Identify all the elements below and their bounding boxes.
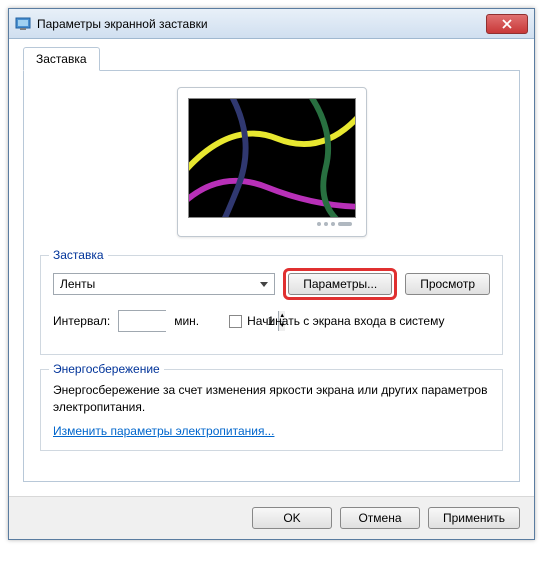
close-button[interactable]	[486, 14, 528, 34]
screensaver-select-row: Ленты Параметры... Просмотр	[53, 268, 490, 300]
logon-checkbox-label: Начинать с экрана входа в систему	[247, 314, 444, 328]
power-settings-link[interactable]: Изменить параметры электропитания...	[53, 424, 274, 438]
interval-label: Интервал:	[53, 314, 110, 328]
tab-body: Заставка Ленты Параметры... Просмотр Инт…	[23, 71, 520, 482]
tab-screensaver[interactable]: Заставка	[23, 47, 100, 71]
screensaver-settings-window: Параметры экранной заставки Заставка	[8, 8, 535, 540]
chevron-down-icon	[256, 276, 272, 292]
monitor-buttons-deco	[188, 222, 356, 226]
tab-strip: Заставка	[23, 47, 520, 71]
app-icon	[15, 16, 31, 32]
screensaver-dropdown[interactable]: Ленты	[53, 273, 275, 295]
window-title: Параметры экранной заставки	[37, 17, 486, 31]
ribbons-preview	[189, 99, 355, 217]
interval-row: Интервал: ▲ ▼ мин. Начинать с экрана вхо…	[53, 310, 490, 332]
content-area: Заставка	[9, 39, 534, 496]
titlebar[interactable]: Параметры экранной заставки	[9, 9, 534, 39]
preview-monitor	[177, 87, 367, 237]
dialog-footer: OK Отмена Применить	[9, 496, 534, 539]
screensaver-group: Заставка Ленты Параметры... Просмотр Инт…	[40, 255, 503, 355]
power-description: Энергосбережение за счет изменения яркос…	[53, 382, 490, 416]
preview-screen	[188, 98, 356, 218]
dropdown-value: Ленты	[60, 277, 95, 291]
logon-checkbox-wrap[interactable]: Начинать с экрана входа в систему	[229, 314, 444, 328]
close-icon	[502, 19, 512, 29]
preview-button[interactable]: Просмотр	[405, 273, 490, 295]
power-group: Энергосбережение Энергосбережение за сче…	[40, 369, 503, 451]
apply-button[interactable]: Применить	[428, 507, 520, 529]
cancel-button[interactable]: Отмена	[340, 507, 420, 529]
screensaver-legend: Заставка	[49, 248, 108, 262]
preview-area	[40, 87, 503, 237]
logon-checkbox[interactable]	[229, 315, 242, 328]
interval-unit: мин.	[174, 314, 199, 328]
ok-button[interactable]: OK	[252, 507, 332, 529]
settings-button-highlight: Параметры...	[283, 268, 397, 300]
settings-button[interactable]: Параметры...	[288, 273, 392, 295]
power-legend: Энергосбережение	[49, 362, 164, 376]
interval-spinner[interactable]: ▲ ▼	[118, 310, 166, 332]
